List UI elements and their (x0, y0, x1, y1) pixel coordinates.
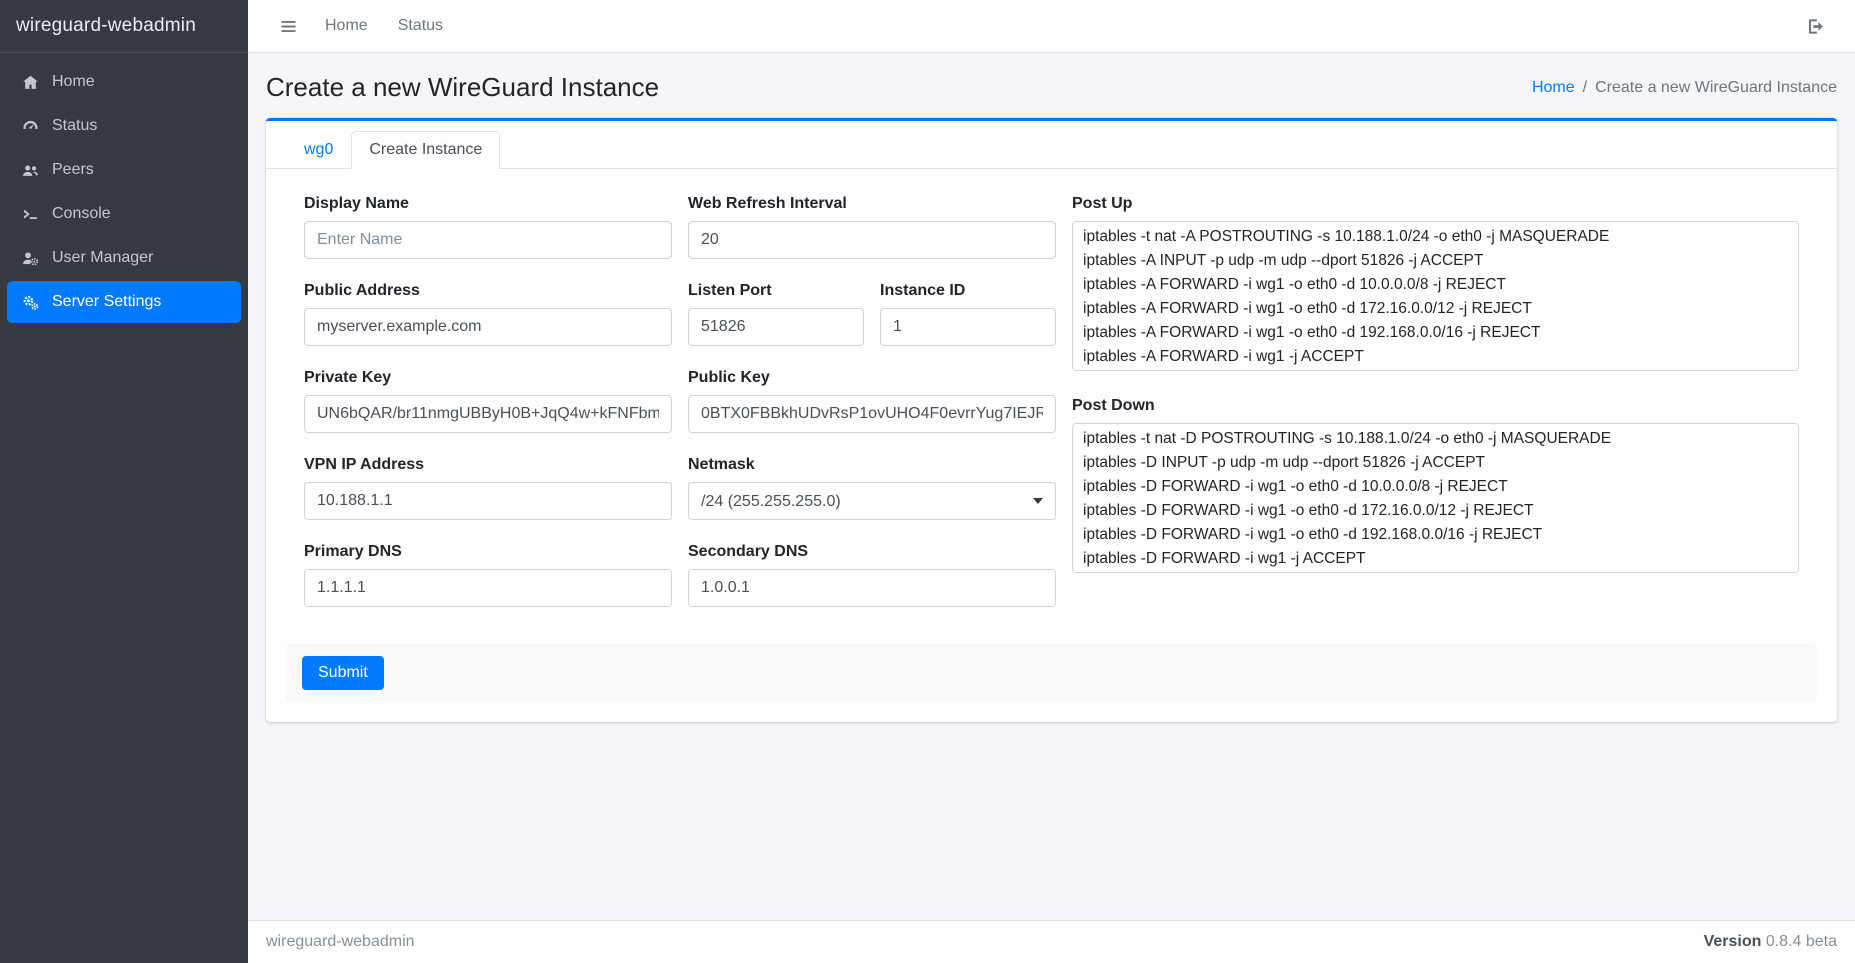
primary-dns-label: Primary DNS (304, 543, 672, 561)
content: Create a new WireGuard Instance Home / C… (248, 53, 1855, 920)
main-area: Home Status Create a new WireGuard Insta… (248, 0, 1855, 963)
breadcrumb-current: Create a new WireGuard Instance (1595, 79, 1837, 97)
netmask-label: Netmask (688, 456, 1056, 474)
private-key-group: Private Key (304, 369, 672, 433)
menu-icon[interactable] (267, 11, 310, 42)
public-address-input[interactable] (304, 308, 672, 346)
terminal-icon (19, 206, 41, 223)
sidebar-item-server-settings[interactable]: Server Settings (7, 281, 241, 323)
footer-version-value: 0.8.4 beta (1766, 933, 1837, 950)
vpn-ip-group: VPN IP Address (304, 456, 672, 520)
secondary-dns-group: Secondary DNS (688, 543, 1056, 607)
page-title: Create a new WireGuard Instance (266, 72, 659, 103)
display-name-group: Display Name (304, 195, 672, 259)
content-header: Create a new WireGuard Instance Home / C… (248, 53, 1855, 118)
submit-button[interactable]: Submit (302, 656, 384, 690)
sign-out-icon[interactable] (1797, 11, 1836, 42)
tab-wg0[interactable]: wg0 (286, 131, 351, 169)
top-navbar: Home Status (248, 0, 1855, 53)
netmask-select-wrap: /24 (255.255.255.0) (688, 482, 1056, 520)
sidebar-item-user-manager[interactable]: User Manager (7, 237, 241, 279)
gears-icon (19, 294, 41, 311)
sidebar-item-label: Peers (52, 161, 94, 179)
sidebar-item-label: Console (52, 205, 111, 223)
vpn-ip-label: VPN IP Address (304, 456, 672, 474)
breadcrumb-separator: / (1583, 79, 1587, 97)
web-refresh-interval-input[interactable] (688, 221, 1056, 259)
post-down-textarea[interactable]: iptables -t nat -D POSTROUTING -s 10.188… (1072, 423, 1799, 573)
display-name-label: Display Name (304, 195, 672, 213)
primary-dns-input[interactable] (304, 569, 672, 607)
post-up-label: Post Up (1072, 195, 1799, 213)
sidebar-item-status[interactable]: Status (7, 105, 241, 147)
instance-id-group: Instance ID (880, 282, 1056, 346)
post-down-label: Post Down (1072, 397, 1799, 415)
gauge-icon (19, 118, 41, 135)
sidebar-item-label: User Manager (52, 249, 153, 267)
sidebar-item-home[interactable]: Home (7, 61, 241, 103)
post-down-group: Post Down iptables -t nat -D POSTROUTING… (1072, 397, 1799, 578)
tab-content: Display Name Web Refresh Interval Post U… (266, 169, 1837, 722)
footer-version-label: Version (1704, 933, 1762, 950)
instance-card: wg0 Create Instance Display Name Web Ref… (266, 118, 1837, 722)
sidebar-item-label: Home (52, 73, 95, 91)
listen-port-label: Listen Port (688, 282, 864, 300)
sidebar-item-peers[interactable]: Peers (7, 149, 241, 191)
sidebar-item-console[interactable]: Console (7, 193, 241, 235)
sidebar-menu: Home Status Peers Console User Manager (0, 53, 248, 333)
navbar-link-home[interactable]: Home (310, 11, 383, 41)
private-key-label: Private Key (304, 369, 672, 387)
public-address-label: Public Address (304, 282, 672, 300)
post-up-textarea[interactable]: iptables -t nat -A POSTROUTING -s 10.188… (1072, 221, 1799, 371)
netmask-select[interactable]: /24 (255.255.255.0) (688, 482, 1056, 520)
public-key-label: Public Key (688, 369, 1056, 387)
footer-app-name: wireguard-webadmin (266, 933, 415, 951)
instance-form: Display Name Web Refresh Interval Post U… (304, 195, 1799, 607)
secondary-dns-input[interactable] (688, 569, 1056, 607)
breadcrumb-home-link[interactable]: Home (1532, 79, 1575, 97)
footer-version: Version 0.8.4 beta (1704, 933, 1837, 951)
public-address-group: Public Address (304, 282, 672, 346)
sidebar-item-label: Status (52, 117, 97, 135)
sidebar: wireguard-webadmin Home Status Peers Con… (0, 0, 248, 963)
breadcrumb: Home / Create a new WireGuard Instance (1532, 79, 1837, 97)
listen-port-group: Listen Port (688, 282, 864, 346)
web-refresh-interval-group: Web Refresh Interval (688, 195, 1056, 259)
home-icon (19, 74, 41, 91)
post-scripts-column: Post Up iptables -t nat -A POSTROUTING -… (1072, 195, 1799, 607)
secondary-dns-label: Secondary DNS (688, 543, 1056, 561)
instance-id-label: Instance ID (880, 282, 1056, 300)
navbar-link-status[interactable]: Status (383, 11, 458, 41)
netmask-group: Netmask /24 (255.255.255.0) (688, 456, 1056, 520)
page-footer: wireguard-webadmin Version 0.8.4 beta (248, 920, 1855, 963)
vpn-ip-input[interactable] (304, 482, 672, 520)
public-key-group: Public Key (688, 369, 1056, 433)
post-up-group: Post Up iptables -t nat -A POSTROUTING -… (1072, 195, 1799, 376)
brand[interactable]: wireguard-webadmin (0, 0, 248, 53)
port-id-row: Listen Port Instance ID (688, 282, 1056, 346)
form-footer: Submit (286, 644, 1817, 702)
sidebar-item-label: Server Settings (52, 293, 161, 311)
private-key-input[interactable] (304, 395, 672, 433)
listen-port-input[interactable] (688, 308, 864, 346)
user-gear-icon (19, 250, 41, 267)
display-name-input[interactable] (304, 221, 672, 259)
tab-create-instance[interactable]: Create Instance (351, 131, 500, 169)
instance-tabs: wg0 Create Instance (266, 121, 1837, 169)
primary-dns-group: Primary DNS (304, 543, 672, 607)
public-key-input[interactable] (688, 395, 1056, 433)
instance-id-input[interactable] (880, 308, 1056, 346)
users-icon (19, 162, 41, 179)
web-refresh-interval-label: Web Refresh Interval (688, 195, 1056, 213)
